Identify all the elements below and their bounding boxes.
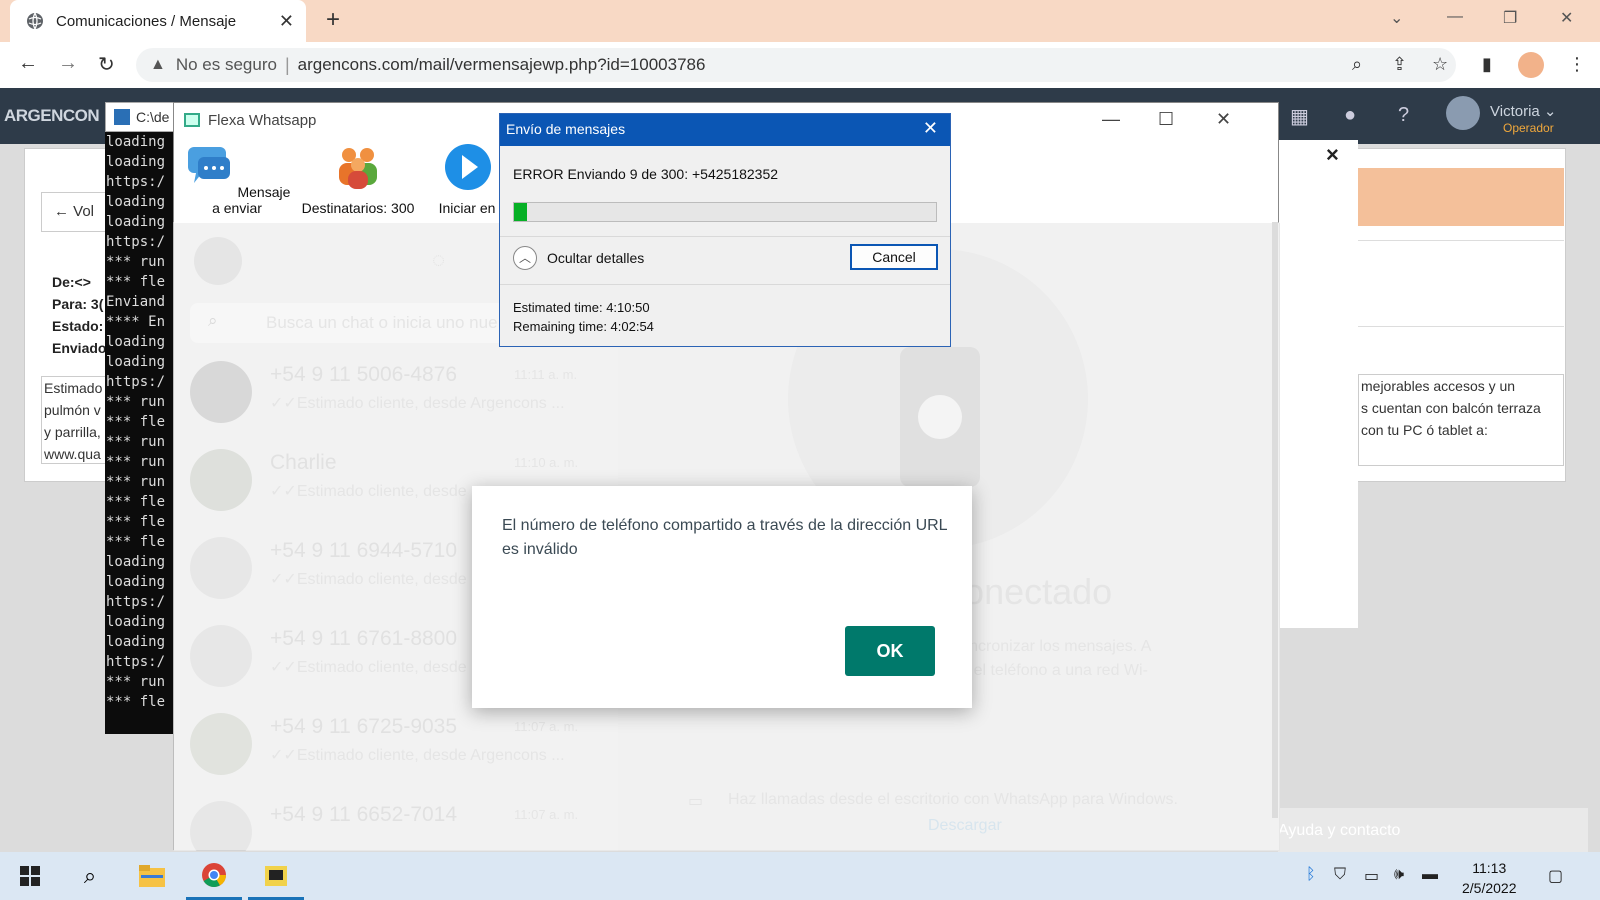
clock-date: 2/5/2022 xyxy=(1462,880,1517,896)
flexa-title: Flexa Whatsapp xyxy=(208,112,317,129)
address-bar[interactable]: ▲ No es seguro | argencons.com/mail/verm… xyxy=(136,48,1456,82)
toggle-details-label: Ocultar detalles xyxy=(547,250,645,266)
tab-strip: Comunicaciones / Mensaje ✕ + ⌄ — ❐ ✕ xyxy=(0,0,1600,42)
battery-icon[interactable]: ▬ xyxy=(1422,866,1438,884)
help-label: Ayuda y contacto xyxy=(1278,822,1401,839)
clock-time: 11:13 xyxy=(1472,860,1507,876)
ribbon-label: Iniciar en xyxy=(438,200,496,216)
status-label: Estado: xyxy=(52,318,104,334)
browser-toolbar: ← → ↻ ▲ No es seguro | argencons.com/mai… xyxy=(0,42,1600,88)
tab-title: Comunicaciones / Mensaje xyxy=(56,12,237,30)
from-label: De:<> xyxy=(52,274,91,290)
help-contact-bar[interactable]: Ayuda y contacto xyxy=(1278,808,1588,854)
url-text: argencons.com/mail/vermensajewp.php?id=1… xyxy=(297,55,706,74)
restore-icon[interactable]: ❐ xyxy=(1503,8,1517,28)
sent-label: Enviado xyxy=(52,340,107,356)
back-arrow-icon[interactable]: ← xyxy=(18,52,38,75)
toggle-details[interactable]: ︿ Ocultar detalles xyxy=(513,246,644,270)
close-icon[interactable]: ✕ xyxy=(1216,109,1231,130)
ok-button[interactable]: OK xyxy=(845,626,935,676)
play-icon xyxy=(445,144,491,190)
help-icon[interactable]: ? xyxy=(1398,104,1409,127)
shield-icon[interactable]: ⛉ xyxy=(1334,866,1346,884)
start-send-button[interactable]: Iniciar en xyxy=(430,143,504,216)
send-progress-dialog: Envío de mensajes ✕ ERROR Enviando 9 de … xyxy=(499,113,951,347)
minimize-icon[interactable]: — xyxy=(1102,109,1120,130)
site-logo: ARGENCON xyxy=(4,106,100,125)
folder-icon xyxy=(139,865,165,887)
profile-avatar[interactable] xyxy=(1518,52,1544,78)
windows-icon xyxy=(20,866,40,886)
console-output: loading loading https:/ loading loading … xyxy=(105,132,175,734)
system-clock[interactable]: 11:13 2/5/2022 xyxy=(1462,858,1517,898)
network-icon[interactable]: ▭ xyxy=(1364,866,1379,886)
taskbar: ⌕ ᛒ ⛉ ▭ 🕪 ▬ 11:13 2/5/2022 ▢ xyxy=(0,852,1600,900)
notifications-icon[interactable]: ▢ xyxy=(1548,866,1563,886)
message-body-right: mejorables accesos y un s cuentan con ba… xyxy=(1358,374,1564,466)
file-explorer-button[interactable] xyxy=(124,852,180,900)
insecure-label: No es seguro xyxy=(175,55,277,74)
menu-dots-icon[interactable]: ⋮ xyxy=(1568,54,1586,75)
flexa-app-icon xyxy=(265,865,287,886)
browser-tab[interactable]: Comunicaciones / Mensaje ✕ xyxy=(10,0,306,42)
close-icon[interactable]: ✕ xyxy=(923,118,938,139)
people-icon xyxy=(339,148,377,189)
time-details: Estimated time: 4:10:50 Remaining time: … xyxy=(513,298,654,336)
flexa-taskbar-button[interactable] xyxy=(248,852,304,900)
start-button[interactable] xyxy=(2,852,58,900)
reload-icon[interactable]: ↻ xyxy=(98,52,115,77)
user-role: Operador xyxy=(1503,121,1554,135)
estimated-time: Estimated time: 4:10:50 xyxy=(513,300,650,315)
remaining-time: Remaining time: 4:02:54 xyxy=(513,319,654,334)
bell-icon[interactable]: ● xyxy=(1344,104,1356,127)
send-status-text: ERROR Enviando 9 de 300: +5425182352 xyxy=(513,166,779,182)
console-app-icon xyxy=(114,109,130,125)
avatar[interactable] xyxy=(1446,96,1480,130)
progress-fill xyxy=(514,203,527,221)
side-panel-icon[interactable]: ▮ xyxy=(1482,54,1492,75)
console-title: C:\de xyxy=(136,109,170,125)
flexa-app-icon xyxy=(184,113,200,127)
forward-arrow-icon[interactable]: → xyxy=(58,52,78,75)
globe-icon xyxy=(27,12,43,30)
share-icon[interactable]: ⇪ xyxy=(1392,54,1407,75)
modal-panel xyxy=(1276,140,1358,628)
search-button[interactable]: ⌕ xyxy=(62,852,118,900)
invalid-number-alert: El número de teléfono compartido a travé… xyxy=(472,486,972,708)
warning-icon: ▲ xyxy=(150,56,166,73)
calendar-icon[interactable]: ▦ xyxy=(1290,104,1309,129)
recipients-button[interactable]: Destinatarios: 300 xyxy=(296,143,420,216)
bluetooth-icon[interactable]: ᛒ xyxy=(1306,866,1316,884)
search-icon: ⌕ xyxy=(83,863,97,888)
minimize-icon[interactable]: — xyxy=(1447,8,1463,26)
tab-close-icon[interactable]: ✕ xyxy=(279,11,294,32)
close-window-icon[interactable]: ✕ xyxy=(1560,8,1573,28)
zoom-icon[interactable]: ⌕ xyxy=(1352,54,1362,75)
chrome-icon xyxy=(202,862,226,887)
alert-message: El número de teléfono compartido a travé… xyxy=(502,517,947,558)
tab-search-icon[interactable]: ⌄ xyxy=(1390,8,1403,28)
cancel-button[interactable]: Cancel xyxy=(850,244,938,270)
user-name[interactable]: Victoria ⌄ xyxy=(1490,102,1556,120)
modal-close-icon[interactable]: × xyxy=(1326,142,1339,168)
maximize-icon[interactable]: ☐ xyxy=(1158,109,1174,130)
ribbon-label: Destinatarios: 300 xyxy=(301,200,415,216)
bookmark-star-icon[interactable]: ☆ xyxy=(1432,54,1448,75)
modal-header-bar xyxy=(1358,168,1564,226)
new-tab-icon[interactable]: + xyxy=(326,8,340,32)
chrome-button[interactable] xyxy=(186,852,242,900)
volume-icon[interactable]: 🕪 xyxy=(1394,866,1404,884)
chevron-up-icon: ︿ xyxy=(513,246,537,270)
message-to-send-button[interactable]: Mensaje a enviar xyxy=(180,143,294,216)
dialog-title: Envío de mensajes xyxy=(506,121,626,137)
dialog-titlebar[interactable]: Envío de mensajes ✕ xyxy=(500,114,950,146)
progress-bar xyxy=(513,202,937,222)
message-bubbles-icon xyxy=(187,147,230,183)
to-label: Para: 3( xyxy=(52,296,104,312)
